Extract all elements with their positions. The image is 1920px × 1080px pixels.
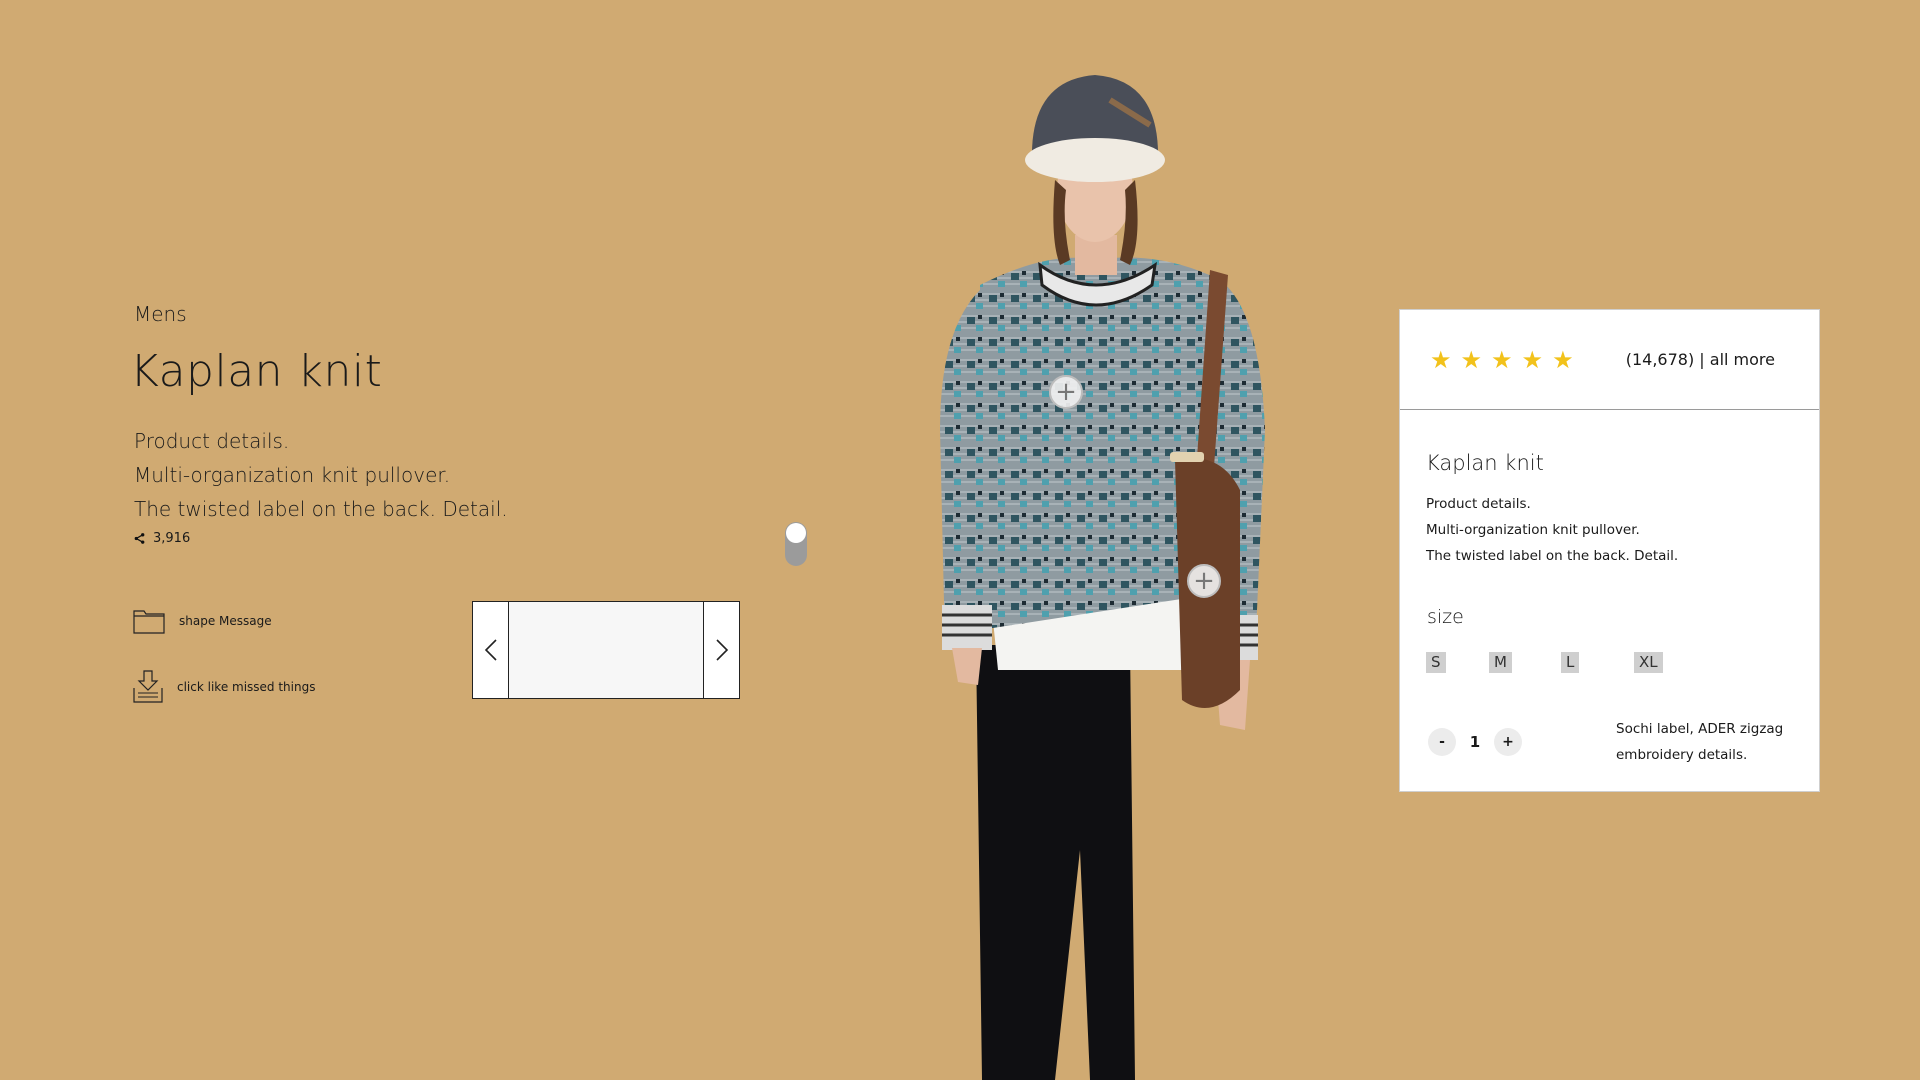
quantity-stepper: - 1 +: [1428, 728, 1522, 756]
scroll-toggle[interactable]: [785, 522, 807, 566]
star-icon: ★: [1460, 345, 1483, 374]
chevron-right-icon: [715, 639, 728, 661]
star-rating: ★ ★ ★ ★ ★: [1430, 348, 1574, 372]
quantity-increase-button[interactable]: +: [1494, 728, 1522, 756]
plus-icon: +: [1193, 566, 1215, 596]
star-icon: ★: [1430, 345, 1452, 374]
message-button[interactable]: shape Message: [133, 608, 272, 634]
product-description: Product details. Multi-organization knit…: [134, 424, 508, 526]
size-option-s[interactable]: S: [1426, 652, 1446, 673]
rating-row: ★ ★ ★ ★ ★ (14,678) | all more: [1400, 310, 1819, 410]
product-card: ★ ★ ★ ★ ★ (14,678) | all more Kaplan kni…: [1399, 309, 1820, 792]
card-description-line: Product details.: [1426, 496, 1531, 512]
star-icon: ★: [1552, 345, 1574, 374]
size-label: size: [1427, 606, 1464, 628]
size-option-l[interactable]: L: [1561, 652, 1580, 673]
share-count: 3,916: [153, 531, 191, 546]
card-description: Product details. Multi-organization knit…: [1426, 491, 1678, 569]
download-tray-icon: [133, 670, 163, 703]
card-description-line: The twisted label on the back. Detail.: [1426, 548, 1679, 564]
carousel-next-button[interactable]: [703, 602, 739, 698]
quantity-value[interactable]: 1: [1456, 733, 1494, 751]
plus-icon: +: [1055, 377, 1077, 407]
star-icon: ★: [1521, 345, 1544, 374]
reviews-link[interactable]: (14,678) | all more: [1626, 350, 1775, 369]
size-option-m[interactable]: M: [1489, 652, 1512, 673]
card-note: Sochi label, ADER zigzag embroidery deta…: [1616, 721, 1784, 763]
card-title: Kaplan knit: [1426, 451, 1544, 475]
star-icon: ★: [1491, 345, 1513, 374]
size-option-xl[interactable]: XL: [1634, 652, 1663, 673]
wishlist-button[interactable]: click like missed things: [133, 670, 315, 704]
description-line: The twisted label on the back. Detail.: [134, 497, 508, 521]
share-icon: [134, 533, 145, 544]
folder-icon: [133, 610, 165, 634]
toggle-knob[interactable]: [786, 523, 806, 543]
quantity-decrease-button[interactable]: -: [1428, 728, 1456, 756]
description-line: Product details.: [134, 429, 290, 453]
category-label: Mens: [134, 302, 187, 326]
card-description-line: Multi-organization knit pullover.: [1426, 522, 1640, 538]
share-button[interactable]: 3,916: [134, 531, 190, 546]
chevron-left-icon: [484, 639, 497, 661]
wishlist-label: click like missed things: [177, 680, 316, 694]
description-line: Multi-organization knit pullover.: [134, 463, 451, 487]
model-photo: [940, 75, 1265, 1080]
carousel-prev-button[interactable]: [473, 602, 509, 698]
message-label: shape Message: [179, 614, 272, 628]
image-carousel: [472, 601, 740, 699]
hotspot-bag-button[interactable]: +: [1187, 564, 1221, 598]
hotspot-sweater-button[interactable]: +: [1049, 375, 1083, 409]
product-title: Kaplan knit: [130, 346, 383, 397]
